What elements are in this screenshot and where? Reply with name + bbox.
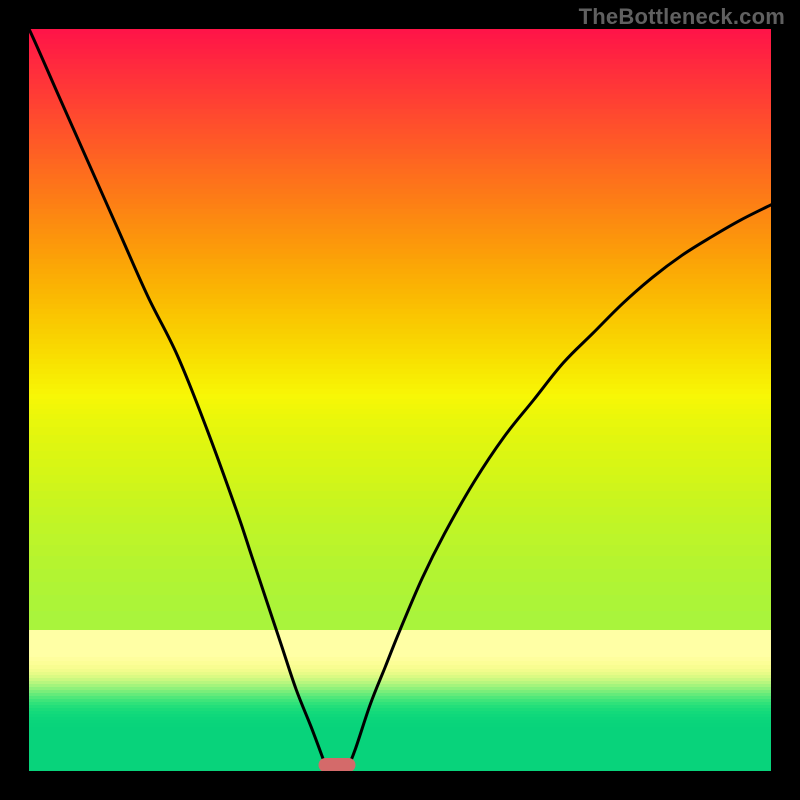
curve-right-branch xyxy=(347,205,771,771)
chart-frame: TheBottleneck.com xyxy=(0,0,800,800)
curve-layer xyxy=(29,29,771,771)
curve-left-branch xyxy=(29,29,327,771)
bottleneck-marker xyxy=(318,758,355,771)
plot-area xyxy=(29,29,771,771)
watermark-text: TheBottleneck.com xyxy=(579,4,785,30)
